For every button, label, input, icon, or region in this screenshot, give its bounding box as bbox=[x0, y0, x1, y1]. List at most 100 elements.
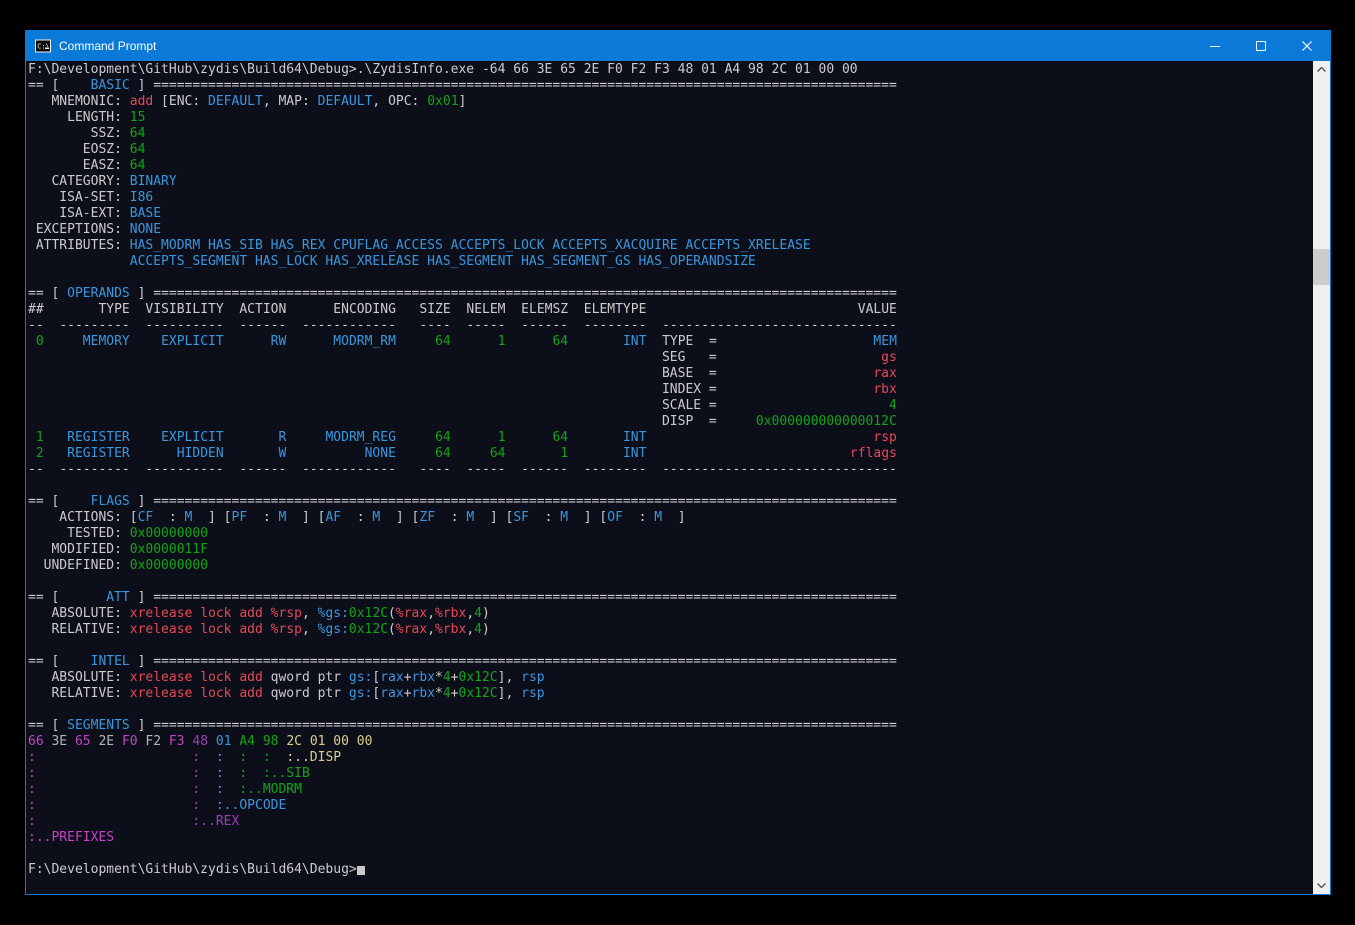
spacing bbox=[396, 318, 419, 333]
console-text: 4 bbox=[443, 670, 451, 685]
console-text: %rbx bbox=[435, 606, 466, 621]
console-text: rbx bbox=[873, 382, 896, 397]
console-text: ------------ bbox=[302, 318, 396, 333]
console-line-27: == [ FLAGS ] ===========================… bbox=[28, 494, 1313, 510]
console-text: MODRM_REG bbox=[325, 430, 395, 445]
console-line-37: == [ INTEL ] ===========================… bbox=[28, 654, 1313, 670]
console-text: : bbox=[153, 510, 184, 525]
spacing bbox=[208, 734, 216, 749]
console-text: %rax bbox=[396, 622, 427, 637]
console-text: F:\Development\GitHub\zydis\Build64\Debu… bbox=[28, 862, 357, 877]
console-text: gs: bbox=[349, 686, 372, 701]
console-text: ========================================… bbox=[153, 718, 897, 733]
console-text: rbx bbox=[412, 686, 435, 701]
console-text: ] bbox=[130, 286, 153, 301]
console-text: INDEX = bbox=[662, 382, 717, 397]
console-text: -- bbox=[28, 462, 44, 477]
spacing bbox=[286, 430, 325, 445]
spacing bbox=[28, 446, 36, 461]
spacing bbox=[28, 398, 662, 413]
spacing bbox=[271, 750, 287, 765]
console-text: ZF bbox=[419, 510, 435, 525]
console-text: MNEMONIC: bbox=[28, 94, 130, 109]
console-text: 98 bbox=[263, 734, 279, 749]
console-line-3: LENGTH: 15 bbox=[28, 110, 1313, 126]
title-bar[interactable]: C:\ Command Prompt bbox=[26, 31, 1330, 61]
console-text: 0x12C bbox=[349, 606, 388, 621]
spacing bbox=[200, 798, 216, 813]
console-text: ------ bbox=[521, 318, 568, 333]
spacing bbox=[568, 318, 584, 333]
console-text: %rbx bbox=[435, 622, 466, 637]
spacing bbox=[506, 462, 522, 477]
spacing bbox=[36, 782, 193, 797]
spacing bbox=[506, 334, 553, 349]
console-text: rax bbox=[873, 366, 896, 381]
console-text: -------- bbox=[584, 318, 647, 333]
spacing bbox=[114, 734, 122, 749]
vertical-scrollbar[interactable] bbox=[1313, 61, 1330, 894]
spacing bbox=[67, 734, 75, 749]
console-text: SF bbox=[513, 510, 529, 525]
console-line-8: ISA-SET: I86 bbox=[28, 190, 1313, 206]
console-text: F:\Development\GitHub\zydis\Build64\Debu… bbox=[28, 62, 858, 77]
console-text: BASE bbox=[130, 206, 161, 221]
spacing bbox=[451, 446, 490, 461]
minimize-button[interactable] bbox=[1192, 31, 1238, 61]
console-text: INT bbox=[623, 430, 646, 445]
console-text: 1 bbox=[560, 446, 568, 461]
scrollbar-thumb[interactable] bbox=[1313, 249, 1330, 285]
spacing bbox=[36, 766, 193, 781]
console-text: * bbox=[435, 686, 443, 701]
console-line-2: MNEMONIC: add [ENC: DEFAULT, MAP: DEFAUL… bbox=[28, 94, 1313, 110]
console-text: rax bbox=[380, 686, 403, 701]
console-line-23: 1 REGISTER EXPLICIT R MODRM_REG 64 1 64 … bbox=[28, 430, 1313, 446]
console-text: INT bbox=[623, 334, 646, 349]
console-text: + bbox=[451, 686, 459, 701]
console-text: INTEL bbox=[67, 654, 130, 669]
console-text: MEM bbox=[873, 334, 896, 349]
scroll-up-button[interactable] bbox=[1313, 61, 1330, 78]
console-text: -- bbox=[28, 318, 44, 333]
close-button[interactable] bbox=[1284, 31, 1330, 61]
spacing bbox=[28, 430, 36, 445]
console-text: ] bbox=[130, 494, 153, 509]
console-output[interactable]: F:\Development\GitHub\zydis\Build64\Debu… bbox=[26, 61, 1313, 894]
console-text: 66 bbox=[28, 734, 44, 749]
spacing bbox=[200, 750, 216, 765]
console-text: : bbox=[247, 510, 278, 525]
console-line-39: RELATIVE: xrelease lock add qword ptr gs… bbox=[28, 686, 1313, 702]
console-text: == [ bbox=[28, 286, 67, 301]
spacing bbox=[130, 430, 161, 445]
spacing bbox=[224, 446, 279, 461]
scroll-down-button[interactable] bbox=[1313, 877, 1330, 894]
console-line-35: RELATIVE: xrelease lock add %rsp, %gs:0x… bbox=[28, 622, 1313, 638]
console-text: : bbox=[263, 750, 271, 765]
spacing bbox=[200, 782, 216, 797]
console-text: VALUE bbox=[858, 302, 897, 317]
spacing bbox=[161, 734, 169, 749]
console-text: ] bbox=[130, 78, 153, 93]
maximize-button[interactable] bbox=[1238, 31, 1284, 61]
console-text: FLAGS bbox=[67, 494, 130, 509]
console-line-34: ABSOLUTE: xrelease lock add %rsp, %gs:0x… bbox=[28, 606, 1313, 622]
console-text: ------ bbox=[239, 318, 286, 333]
console-text: MODIFIED: bbox=[28, 542, 130, 557]
console-text: VISIBILITY bbox=[145, 302, 223, 317]
console-text: 0x0000011F bbox=[130, 542, 208, 557]
console-text: ] bbox=[130, 654, 153, 669]
spacing bbox=[28, 254, 130, 269]
console-text: 65 bbox=[75, 734, 91, 749]
spacing bbox=[36, 814, 193, 829]
console-text: 4 bbox=[474, 606, 482, 621]
console-text: 15 bbox=[130, 110, 146, 125]
spacing bbox=[286, 446, 364, 461]
console-line-14: == [ OPERANDS ] ========================… bbox=[28, 286, 1313, 302]
console-text: : bbox=[341, 510, 372, 525]
console-text: ) bbox=[482, 622, 490, 637]
console-text: : bbox=[216, 750, 224, 765]
console-text: ---------- bbox=[145, 318, 223, 333]
console-line-29: TESTED: 0x00000000 bbox=[28, 526, 1313, 542]
console-text: SIZE bbox=[419, 302, 450, 317]
spacing bbox=[130, 462, 146, 477]
